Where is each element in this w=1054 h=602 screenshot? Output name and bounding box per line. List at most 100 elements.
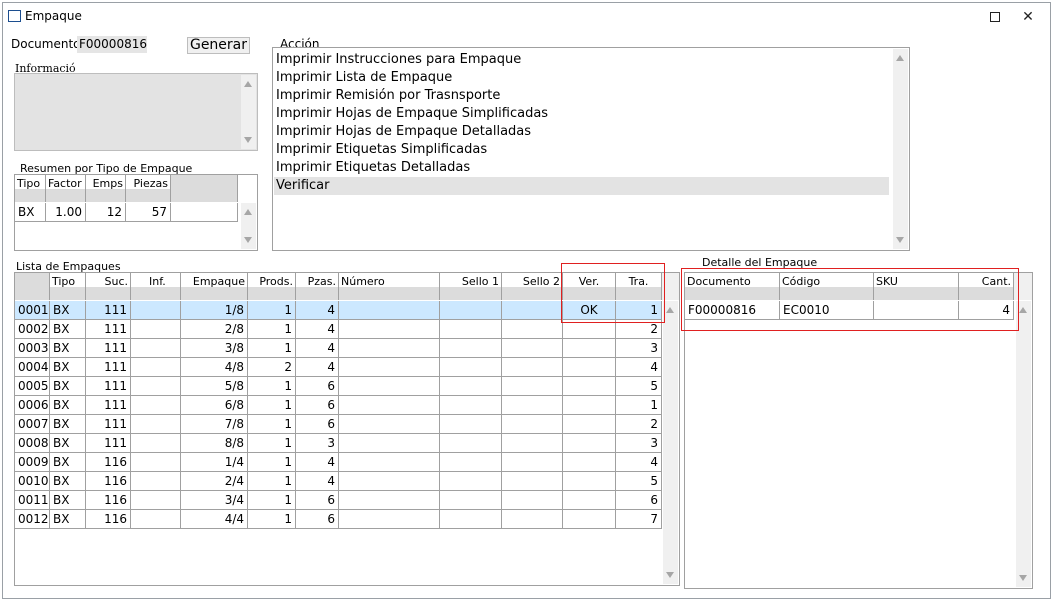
package-cell-tipo[interactable]: BX xyxy=(50,415,86,434)
scroll-up-icon[interactable] xyxy=(666,307,674,313)
packages-header-empaque[interactable]: Empaque xyxy=(181,273,248,300)
package-cell-empaque[interactable]: 5/8 xyxy=(181,377,248,396)
package-cell-inf[interactable] xyxy=(131,472,181,491)
package-cell-pzas[interactable]: 4 xyxy=(296,339,339,358)
summary-header-piezas[interactable]: Piezas xyxy=(126,175,171,202)
package-cell-ver[interactable] xyxy=(563,491,616,510)
package-cell-empaque[interactable]: 3/4 xyxy=(181,491,248,510)
package-cell-inf[interactable] xyxy=(131,434,181,453)
package-cell-tra[interactable]: 4 xyxy=(616,453,662,472)
package-cell-tipo[interactable]: BX xyxy=(50,396,86,415)
package-cell-sello1[interactable] xyxy=(440,491,502,510)
package-cell-ver[interactable] xyxy=(563,396,616,415)
package-cell-inf[interactable] xyxy=(131,396,181,415)
package-cell-suc[interactable]: 111 xyxy=(86,396,131,415)
info-textarea[interactable] xyxy=(14,73,258,151)
package-cell-sello2[interactable] xyxy=(502,377,563,396)
scroll-up-icon[interactable] xyxy=(896,55,904,61)
package-cell-pzas[interactable]: 4 xyxy=(296,358,339,377)
package-cell-empaque[interactable]: 4/4 xyxy=(181,510,248,529)
package-cell-sello1[interactable] xyxy=(440,510,502,529)
summary-header-tipo[interactable]: Tipo xyxy=(15,175,46,202)
package-cell-tipo[interactable]: BX xyxy=(50,491,86,510)
package-cell-id[interactable]: 0009 xyxy=(15,453,50,472)
package-cell-suc[interactable]: 111 xyxy=(86,301,131,320)
scroll-down-icon[interactable] xyxy=(244,137,252,143)
package-cell-pzas[interactable]: 6 xyxy=(296,377,339,396)
package-cell-inf[interactable] xyxy=(131,301,181,320)
package-cell-sello1[interactable] xyxy=(440,434,502,453)
package-cell-tipo[interactable]: BX xyxy=(50,301,86,320)
package-cell-prods[interactable]: 1 xyxy=(248,396,296,415)
action-item[interactable]: Imprimir Remisión por Trasnsporte xyxy=(276,87,500,105)
package-cell-tipo[interactable]: BX xyxy=(50,358,86,377)
action-item[interactable]: Imprimir Etiquetas Simplificadas xyxy=(276,141,487,159)
package-cell-empaque[interactable]: 1/8 xyxy=(181,301,248,320)
package-cell-numero[interactable] xyxy=(339,472,440,491)
action-item[interactable]: Imprimir Hojas de Empaque Detalladas xyxy=(276,123,531,141)
package-cell-empaque[interactable]: 6/8 xyxy=(181,396,248,415)
packages-header-tipo[interactable]: Tipo xyxy=(50,273,86,300)
package-cell-ver[interactable] xyxy=(563,453,616,472)
package-cell-sello2[interactable] xyxy=(502,491,563,510)
summary-cell-tipo[interactable]: BX xyxy=(15,203,46,222)
package-cell-id[interactable]: 0010 xyxy=(15,472,50,491)
package-cell-ver[interactable] xyxy=(563,472,616,491)
action-item[interactable]: Imprimir Instrucciones para Empaque xyxy=(276,51,521,69)
package-cell-suc[interactable]: 111 xyxy=(86,358,131,377)
package-cell-ver[interactable] xyxy=(563,415,616,434)
package-cell-sello2[interactable] xyxy=(502,453,563,472)
package-cell-suc[interactable]: 116 xyxy=(86,491,131,510)
package-cell-tra[interactable]: 5 xyxy=(616,472,662,491)
package-cell-sello2[interactable] xyxy=(502,320,563,339)
package-cell-suc[interactable]: 116 xyxy=(86,453,131,472)
packages-header-inf[interactable]: Inf. xyxy=(131,273,181,300)
package-cell-sello2[interactable] xyxy=(502,472,563,491)
package-cell-sello1[interactable] xyxy=(440,377,502,396)
packages-header-pzas[interactable]: Pzas. xyxy=(296,273,339,300)
package-cell-ver[interactable] xyxy=(563,358,616,377)
package-cell-pzas[interactable]: 3 xyxy=(296,434,339,453)
package-cell-prods[interactable]: 1 xyxy=(248,491,296,510)
package-cell-numero[interactable] xyxy=(339,358,440,377)
package-cell-prods[interactable]: 1 xyxy=(248,434,296,453)
package-cell-numero[interactable] xyxy=(339,339,440,358)
package-cell-inf[interactable] xyxy=(131,415,181,434)
package-cell-suc[interactable]: 116 xyxy=(86,472,131,491)
package-cell-empaque[interactable]: 2/8 xyxy=(181,320,248,339)
package-cell-numero[interactable] xyxy=(339,301,440,320)
scroll-up-icon[interactable] xyxy=(244,81,252,87)
package-cell-numero[interactable] xyxy=(339,320,440,339)
scroll-up-icon[interactable] xyxy=(244,209,252,215)
action-list[interactable]: Imprimir Instrucciones para Empaque Impr… xyxy=(272,47,910,251)
package-cell-suc[interactable]: 111 xyxy=(86,415,131,434)
package-cell-suc[interactable]: 116 xyxy=(86,510,131,529)
package-cell-sello2[interactable] xyxy=(502,358,563,377)
maximize-button[interactable] xyxy=(986,8,1004,26)
action-item[interactable]: Imprimir Lista de Empaque xyxy=(276,69,452,87)
packages-header-suc[interactable]: Suc. xyxy=(86,273,131,300)
packages-header-prods[interactable]: Prods. xyxy=(248,273,296,300)
package-cell-suc[interactable]: 111 xyxy=(86,434,131,453)
package-cell-id[interactable]: 0007 xyxy=(15,415,50,434)
package-cell-pzas[interactable]: 4 xyxy=(296,453,339,472)
package-cell-numero[interactable] xyxy=(339,491,440,510)
packages-header-numero[interactable]: Número xyxy=(339,273,440,300)
package-cell-id[interactable]: 0006 xyxy=(15,396,50,415)
summary-header-emps[interactable]: Emps xyxy=(86,175,126,202)
summary-cell-blank[interactable] xyxy=(171,203,238,222)
package-cell-tipo[interactable]: BX xyxy=(50,510,86,529)
package-cell-sello1[interactable] xyxy=(440,472,502,491)
scroll-down-icon[interactable] xyxy=(666,572,674,578)
package-cell-pzas[interactable]: 4 xyxy=(296,301,339,320)
package-cell-prods[interactable]: 1 xyxy=(248,339,296,358)
package-cell-empaque[interactable]: 2/4 xyxy=(181,472,248,491)
package-cell-empaque[interactable]: 7/8 xyxy=(181,415,248,434)
package-cell-empaque[interactable]: 8/8 xyxy=(181,434,248,453)
info-scrollbar[interactable] xyxy=(241,75,256,149)
package-cell-sello2[interactable] xyxy=(502,510,563,529)
package-cell-sello1[interactable] xyxy=(440,320,502,339)
package-cell-id[interactable]: 0011 xyxy=(15,491,50,510)
package-cell-id[interactable]: 0012 xyxy=(15,510,50,529)
action-item-selected[interactable]: Verificar xyxy=(274,177,889,195)
